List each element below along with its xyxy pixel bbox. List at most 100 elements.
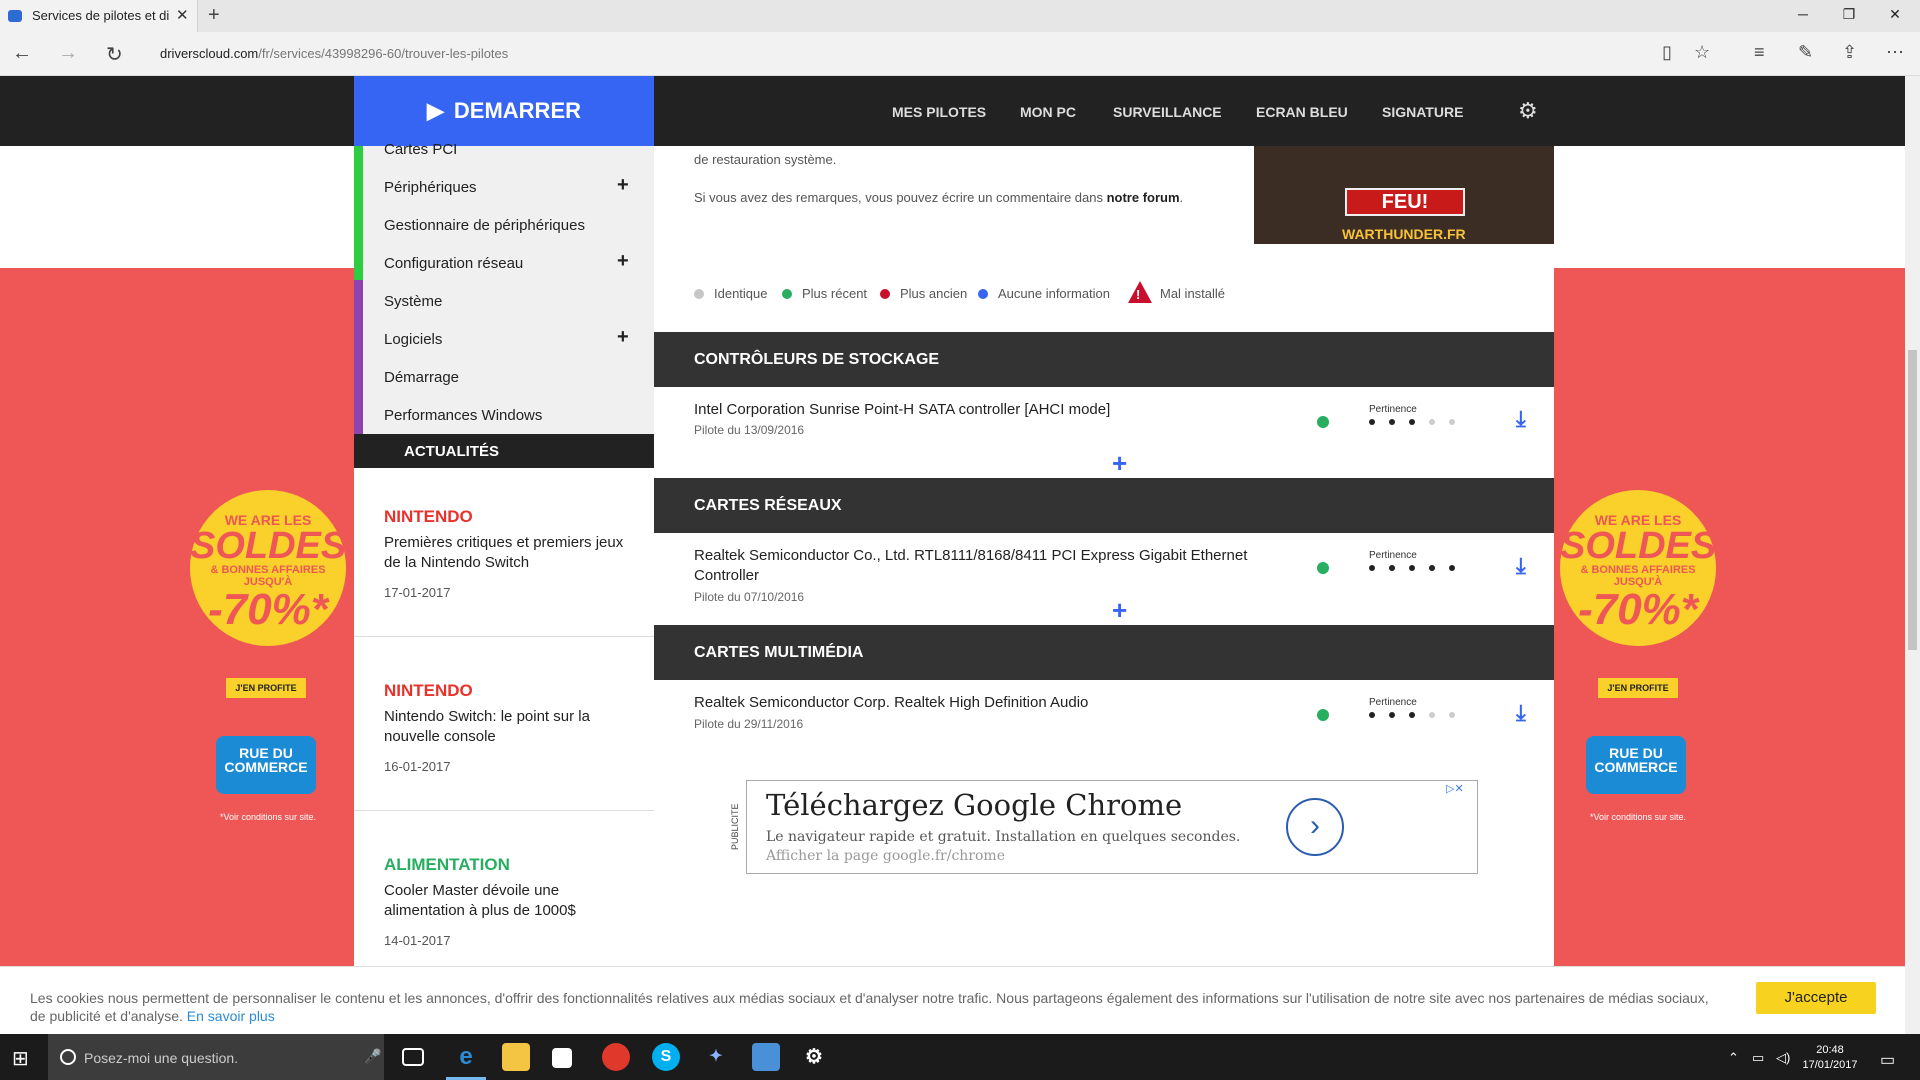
close-window-icon[interactable]: ✕ bbox=[1872, 6, 1918, 23]
url-field[interactable]: driverscloud.com/fr/services/43998296-60… bbox=[160, 46, 508, 61]
download-icon[interactable]: ⤓ bbox=[1516, 553, 1526, 579]
intro-paragraph: de restauration système. bbox=[694, 152, 837, 167]
more-icon[interactable]: ⋯ bbox=[1886, 42, 1904, 63]
pertinence-dot bbox=[1369, 565, 1375, 571]
sidebar-item-peripheriques[interactable]: Périphériques bbox=[384, 179, 477, 196]
more-drivers-plus-icon[interactable]: + bbox=[1112, 448, 1127, 479]
download-icon[interactable]: ⤓ bbox=[1516, 700, 1526, 726]
expand-plus-icon[interactable]: + bbox=[617, 174, 629, 197]
clock-time: 20:48 bbox=[1816, 1044, 1844, 1056]
share-icon[interactable]: ⇪ bbox=[1842, 42, 1857, 63]
refresh-icon[interactable]: ↻ bbox=[106, 42, 123, 67]
nav-mon-pc[interactable]: MON PC bbox=[1020, 104, 1076, 120]
back-arrow-icon[interactable]: ← bbox=[12, 42, 32, 65]
device-name[interactable]: Realtek Semiconductor Corp. Realtek High… bbox=[694, 693, 1254, 713]
forward-arrow-icon[interactable]: → bbox=[58, 42, 78, 65]
accept-cookies-button[interactable]: J'accepte bbox=[1756, 982, 1876, 1014]
nav-surveillance[interactable]: SURVEILLANCE bbox=[1113, 104, 1222, 120]
pertinence-dot bbox=[1429, 419, 1435, 425]
news-headline[interactable]: Nintendo Switch: le point sur la nouvell… bbox=[384, 707, 624, 747]
settings-app-icon[interactable]: ⚙ bbox=[800, 1043, 828, 1071]
sidebar-item-systeme[interactable]: Système bbox=[384, 293, 442, 310]
pertinence-dot bbox=[1369, 419, 1375, 425]
chrome-icon[interactable] bbox=[602, 1043, 630, 1071]
feu-button[interactable]: FEU! bbox=[1345, 188, 1465, 216]
cookie-learn-more-link[interactable]: En savoir plus bbox=[187, 1008, 275, 1024]
hub-icon[interactable]: ≡ bbox=[1754, 42, 1765, 63]
news-headline[interactable]: Cooler Master dévoile une alimentation à… bbox=[384, 881, 624, 921]
ad-link[interactable]: Afficher la page google.fr/chrome bbox=[766, 848, 1005, 864]
store-icon[interactable] bbox=[552, 1048, 572, 1068]
nav-signature[interactable]: SIGNATURE bbox=[1382, 104, 1463, 120]
expand-plus-icon[interactable]: + bbox=[617, 250, 629, 273]
volume-icon[interactable]: ◁) bbox=[1776, 1050, 1790, 1066]
maximize-icon[interactable]: ❐ bbox=[1826, 6, 1872, 23]
ad-title[interactable]: Téléchargez Google Chrome bbox=[766, 788, 1182, 822]
app-icon[interactable]: ✦ bbox=[702, 1043, 730, 1071]
ad-arrow-icon[interactable]: › bbox=[1286, 798, 1344, 856]
discount-text: -70%* bbox=[1578, 585, 1698, 634]
legend-plus-ancien: Plus ancien bbox=[900, 286, 968, 301]
rue-du-commerce-logo-right[interactable]: RUE DU COMMERCE bbox=[1586, 736, 1686, 794]
pertinence-dot bbox=[1389, 419, 1395, 425]
jen-profite-button-left[interactable]: J'EN PROFITE bbox=[226, 678, 306, 698]
download-icon[interactable]: ⤓ bbox=[1516, 406, 1526, 432]
pertinence-dot bbox=[1389, 712, 1395, 718]
sidebar-item-logiciels[interactable]: Logiciels bbox=[384, 331, 442, 348]
sidebar-item-performances[interactable]: Performances Windows bbox=[384, 407, 542, 424]
file-explorer-icon[interactable] bbox=[502, 1043, 530, 1071]
scrollbar-thumb[interactable] bbox=[1908, 350, 1917, 650]
news-headline[interactable]: Premières critiques et premiers jeux de … bbox=[384, 533, 624, 573]
conditions-text-right: *Voir conditions sur site. bbox=[1589, 812, 1687, 822]
soldes-badge-left[interactable]: WE ARE LES SOLDES & BONNES AFFAIRES JUSQ… bbox=[190, 490, 346, 646]
settings-gear-icon[interactable]: ⚙ bbox=[1518, 98, 1538, 124]
network-icon[interactable]: ▭ bbox=[1752, 1050, 1764, 1066]
favorite-star-icon[interactable]: ☆ bbox=[1694, 42, 1710, 63]
task-view-icon[interactable] bbox=[402, 1048, 424, 1066]
app-window-icon[interactable] bbox=[752, 1043, 780, 1071]
news-category[interactable]: NINTENDO bbox=[384, 507, 473, 527]
forum-link[interactable]: notre forum bbox=[1107, 190, 1180, 205]
new-tab-button[interactable]: + bbox=[208, 4, 220, 27]
section-title: CARTES MULTIMÉDIA bbox=[694, 644, 864, 661]
driver-date: Pilote du 29/11/2016 bbox=[694, 717, 804, 731]
microphone-icon[interactable]: 🎤 bbox=[364, 1048, 381, 1065]
demarrer-button[interactable]: ▶ DEMARRER bbox=[354, 76, 654, 146]
soldes-text: SOLDES bbox=[190, 525, 347, 567]
edge-icon[interactable]: e bbox=[452, 1043, 480, 1071]
minimize-icon[interactable]: ─ bbox=[1780, 6, 1826, 22]
device-name[interactable]: Intel Corporation Sunrise Point-H SATA c… bbox=[694, 400, 1254, 420]
web-note-icon[interactable]: ✎ bbox=[1798, 42, 1813, 63]
sidebar-item-demarrage[interactable]: Démarrage bbox=[384, 369, 459, 386]
sidebar-item-config-reseau[interactable]: Configuration réseau bbox=[384, 255, 523, 272]
soldes-badge-right[interactable]: WE ARE LES SOLDES & BONNES AFFAIRES JUSQ… bbox=[1560, 490, 1716, 646]
device-name[interactable]: Realtek Semiconductor Co., Ltd. RTL8111/… bbox=[694, 546, 1254, 586]
news-date: 16-01-2017 bbox=[384, 759, 451, 774]
pertinence-dot bbox=[1449, 565, 1455, 571]
warthunder-brand: WARTHUNDER.FR bbox=[1342, 226, 1466, 242]
remarks-end: . bbox=[1179, 190, 1184, 205]
play-icon: ▶ bbox=[426, 98, 444, 123]
taskbar-clock[interactable]: 20:48 17/01/2017 bbox=[1800, 1043, 1860, 1073]
nav-ecran-bleu[interactable]: ECRAN BLEU bbox=[1256, 104, 1348, 120]
news-category[interactable]: NINTENDO bbox=[384, 681, 473, 701]
adchoices-close-icon[interactable]: ▷✕ bbox=[1446, 782, 1464, 795]
tray-chevron-icon[interactable]: ⌃ bbox=[1728, 1050, 1739, 1066]
nav-mes-pilotes[interactable]: MES PILOTES bbox=[892, 104, 986, 120]
tab-close-icon[interactable]: ✕ bbox=[176, 6, 189, 24]
search-placeholder[interactable]: Posez-moi une question. bbox=[84, 1050, 238, 1066]
reading-view-icon[interactable]: ▯ bbox=[1662, 42, 1672, 63]
rue-du-commerce-logo-left[interactable]: RUE DU COMMERCE bbox=[216, 736, 316, 794]
bonnes-affaires-text: & BONNES AFFAIRES bbox=[1580, 564, 1696, 576]
more-drivers-plus-icon[interactable]: + bbox=[1112, 595, 1127, 626]
skype-icon[interactable]: S bbox=[652, 1043, 680, 1071]
sidebar-item-gestionnaire[interactable]: Gestionnaire de périphériques bbox=[384, 217, 585, 234]
news-category[interactable]: ALIMENTATION bbox=[384, 855, 510, 875]
notifications-icon[interactable]: ▭ bbox=[1880, 1050, 1895, 1070]
expand-plus-icon[interactable]: + bbox=[617, 326, 629, 349]
sidebar-item-cartes-pci[interactable]: Cartes PCI bbox=[384, 141, 457, 158]
legend-dot-aucune bbox=[978, 289, 988, 299]
windows-start-icon[interactable]: ⊞ bbox=[12, 1046, 29, 1071]
jen-profite-button-right[interactable]: J'EN PROFITE bbox=[1598, 678, 1678, 698]
section-title: CARTES RÉSEAUX bbox=[694, 497, 842, 514]
